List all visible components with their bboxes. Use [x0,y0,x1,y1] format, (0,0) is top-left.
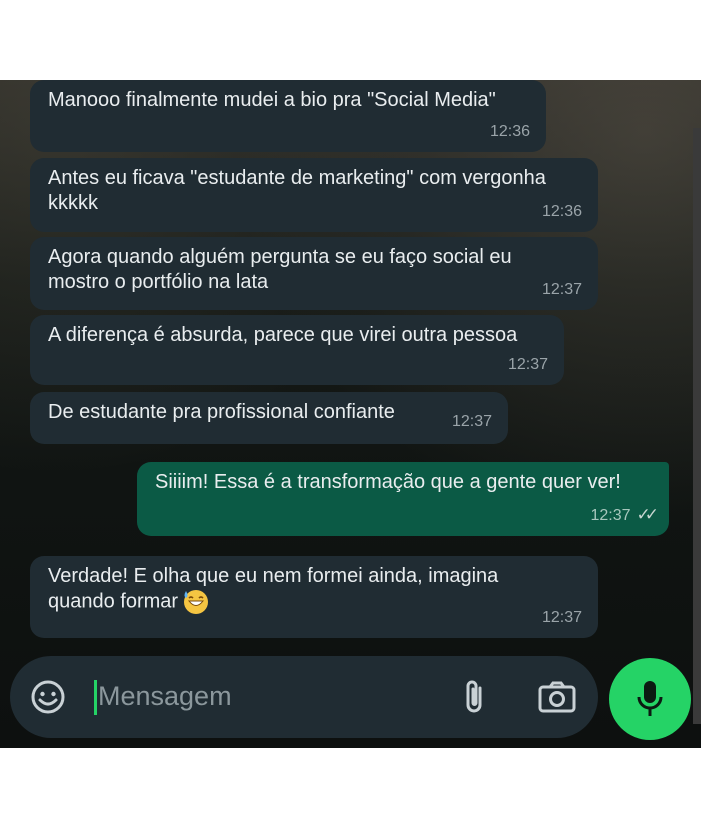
message-bubble-incoming[interactable]: Agora quando alguém pergunta se eu faço … [30,237,598,310]
message-bubble-incoming[interactable]: Antes eu ficava "estudante de marketing"… [30,158,598,232]
scrollbar[interactable] [693,128,701,724]
message-bubble-incoming[interactable]: A diferença é absurda, parece que virei … [30,315,564,385]
message-input[interactable]: Mensagem [98,681,232,712]
message-text: Agora quando alguém pergunta se eu faço … [48,246,512,293]
message-text: A diferença é absurda, parece que virei … [48,324,518,346]
text-caret [94,680,97,715]
message-time: 12:37 [541,609,582,626]
message-text: Antes eu ficava "estudante de marketing"… [48,167,546,214]
message-text: Manooo finalmente mudei a bio pra "Socia… [48,89,496,111]
message-bubble-incoming[interactable]: De estudante pra profissional confiante … [30,392,508,444]
message-time-value: 12:37 [590,507,631,524]
message-time: 12:36 [489,123,530,140]
message-composer[interactable]: Mensagem [10,656,598,738]
message-time: 12:37 [541,281,582,298]
grinning-sweat-emoji-icon [184,590,209,614]
message-text-value: Verdade! E olha que eu nem formei ainda,… [48,565,499,613]
message-time: 12:37 [507,356,548,373]
message-bubble-outgoing[interactable]: Siiiim! Essa é a transformação que a gen… [137,462,669,536]
read-receipt-icon: ✓✓ [636,505,659,524]
mic-icon [637,681,663,716]
message-text: Verdade! E olha que eu nem formei ainda,… [48,564,582,615]
camera-icon[interactable] [538,680,576,714]
message-text: De estudante pra profissional confiante [48,401,395,423]
message-time: 12:37 ✓✓ [590,502,659,528]
message-time: 12:36 [541,203,582,220]
message-time: 12:37 [451,413,492,430]
mic-button[interactable] [609,658,691,740]
chat-screen: Manooo finalmente mudei a bio pra "Socia… [0,80,701,748]
sticker-icon[interactable] [30,679,66,715]
message-bubble-incoming[interactable]: Manooo finalmente mudei a bio pra "Socia… [30,80,546,152]
attach-icon[interactable] [460,678,488,716]
message-bubble-incoming[interactable]: Verdade! E olha que eu nem formei ainda,… [30,556,598,638]
message-text: Siiiim! Essa é a transformação que a gen… [155,471,621,493]
